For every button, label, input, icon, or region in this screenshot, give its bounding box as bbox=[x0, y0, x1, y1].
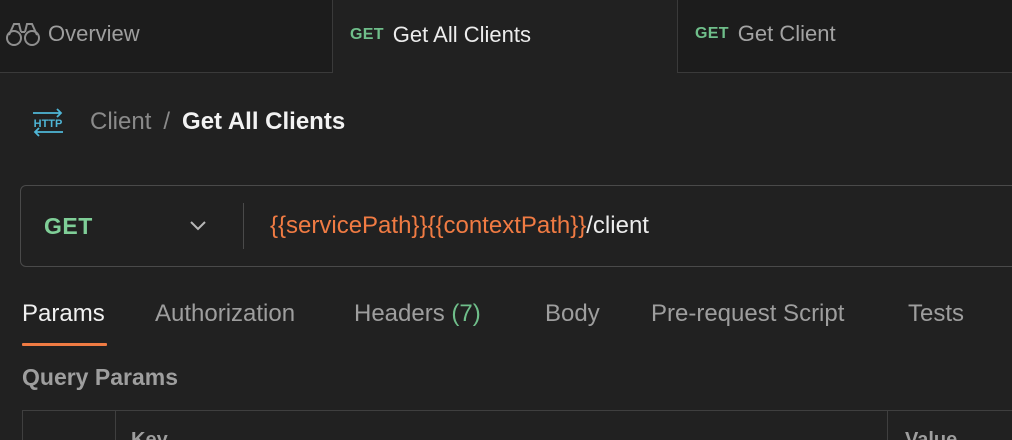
binoculars-icon bbox=[6, 21, 40, 47]
tab-label: Get All Clients bbox=[392, 21, 531, 47]
url-input[interactable]: {{servicePath}} {{contextPath}}/client bbox=[244, 186, 1012, 266]
tab-label: Get Client bbox=[737, 21, 836, 46]
tab-headers-label: Headers bbox=[354, 300, 445, 327]
query-params-heading: Query Params bbox=[22, 364, 178, 390]
url-bar: GET {{servicePath}} {{contextPath}}/clien… bbox=[20, 185, 1012, 267]
method-value: GET bbox=[44, 212, 93, 239]
tab-method-badge: GET bbox=[695, 25, 729, 42]
request-editor: Overview GET Get All Clients GET Get Cli… bbox=[0, 0, 1012, 440]
active-tab-indicator bbox=[22, 343, 107, 346]
chevron-down-icon bbox=[188, 216, 208, 236]
request-tabs: Params Authorization Headers (7) Body Pr… bbox=[0, 296, 1012, 348]
tab-method-badge: GET bbox=[350, 25, 384, 43]
column-divider bbox=[887, 411, 888, 440]
tab-get-client[interactable]: GET Get Client bbox=[677, 0, 1012, 73]
tab-authorization[interactable]: Authorization bbox=[155, 296, 295, 348]
method-select[interactable]: GET bbox=[21, 186, 243, 266]
url-path: /client bbox=[586, 212, 649, 239]
tab-tests[interactable]: Tests bbox=[908, 296, 964, 348]
breadcrumb-separator: / bbox=[163, 108, 171, 135]
breadcrumb-parent-collection[interactable]: Client bbox=[90, 108, 151, 136]
url-variable: {{contextPath}} bbox=[427, 212, 587, 239]
tab-overview-label: Overview bbox=[48, 21, 140, 46]
url-variable: {{servicePath}} bbox=[270, 212, 428, 239]
tab-get-all-clients[interactable]: GET Get All Clients bbox=[333, 0, 677, 73]
column-header-key: Key bbox=[131, 429, 168, 440]
column-header-value: Value bbox=[905, 429, 958, 440]
tab-headers[interactable]: Headers (7) bbox=[354, 296, 481, 348]
query-params-table: Key Value bbox=[22, 410, 1012, 440]
request-title[interactable]: Get All Clients bbox=[182, 108, 345, 136]
tab-body[interactable]: Body bbox=[545, 296, 600, 348]
tab-overview[interactable]: Overview bbox=[0, 0, 333, 73]
column-divider bbox=[115, 411, 116, 440]
breadcrumb: HTTP Client / Get All Clients bbox=[30, 104, 345, 140]
tab-params[interactable]: Params bbox=[22, 296, 105, 348]
tab-strip: Overview GET Get All Clients GET Get Cli… bbox=[0, 0, 1012, 73]
headers-count-badge: (7) bbox=[451, 300, 481, 327]
tab-pre-request-script[interactable]: Pre-request Script bbox=[651, 296, 844, 348]
http-icon: HTTP bbox=[30, 104, 66, 140]
